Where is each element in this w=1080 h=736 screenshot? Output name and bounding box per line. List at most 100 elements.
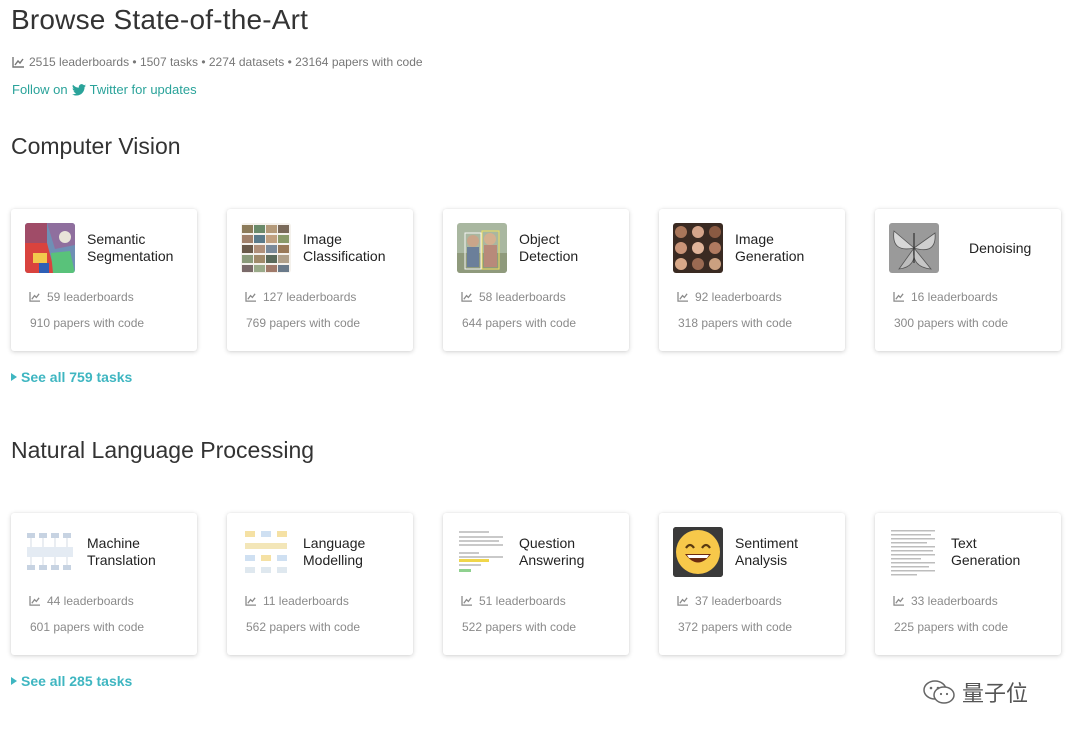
chart-icon bbox=[29, 292, 40, 302]
task-name: Denoising bbox=[969, 240, 1075, 257]
task-name-line1: Sentiment bbox=[735, 535, 799, 551]
task-name-line1: Object bbox=[519, 231, 560, 247]
leaderboards-count: 92 leaderboards bbox=[677, 290, 782, 304]
see-all-text: See all 759 tasks bbox=[21, 369, 133, 385]
sentiment-analysis-thumbnail bbox=[673, 527, 723, 577]
leaderboards-count: 11 leaderboards bbox=[245, 594, 349, 608]
chart-icon bbox=[12, 56, 24, 68]
task-name: Text Generation bbox=[951, 535, 1057, 569]
task-card-object-detection[interactable]: Object Detection 58 leaderboards 644 pap… bbox=[443, 209, 629, 351]
task-name-line2: Analysis bbox=[735, 552, 788, 568]
see-all-nlp-tasks-link[interactable]: See all 285 tasks bbox=[11, 673, 132, 689]
task-name-line2: Classification bbox=[303, 248, 386, 264]
task-name-line2: Detection bbox=[519, 248, 579, 264]
leaderboards-text: 58 leaderboards bbox=[479, 290, 566, 304]
papers-count: 318 papers with code bbox=[678, 316, 793, 330]
leaderboards-count: 33 leaderboards bbox=[893, 594, 998, 608]
twitter-icon bbox=[71, 83, 86, 96]
task-name-line2: Modelling bbox=[303, 552, 363, 568]
leaderboards-count: 37 leaderboards bbox=[677, 594, 782, 608]
task-name-line1: Question bbox=[519, 535, 576, 551]
task-name: Object Detection bbox=[519, 231, 625, 265]
task-name-line1: Denoising bbox=[969, 240, 1032, 256]
follow-prefix: Follow on bbox=[12, 82, 68, 97]
leaderboards-text: 51 leaderboards bbox=[479, 594, 566, 608]
object-detection-thumbnail bbox=[457, 223, 507, 273]
task-name: Semantic Segmentation bbox=[87, 231, 193, 265]
leaderboards-count: 16 leaderboards bbox=[893, 290, 998, 304]
leaderboards-text: 16 leaderboards bbox=[911, 290, 998, 304]
leaderboards-count: 44 leaderboards bbox=[29, 594, 134, 608]
papers-count: 562 papers with code bbox=[246, 620, 361, 634]
chart-icon bbox=[677, 596, 688, 606]
question-answering-thumbnail bbox=[457, 527, 507, 577]
leaderboards-text: 59 leaderboards bbox=[47, 290, 134, 304]
leaderboards-count: 51 leaderboards bbox=[461, 594, 566, 608]
section-title-cv: Computer Vision bbox=[11, 133, 181, 159]
task-name-line1: Text bbox=[951, 535, 977, 551]
leaderboards-count: 58 leaderboards bbox=[461, 290, 566, 304]
task-card-semantic-segmentation[interactable]: Semantic Segmentation 59 leaderboards 91… bbox=[11, 209, 197, 351]
cv-card-row: Semantic Segmentation 59 leaderboards 91… bbox=[11, 209, 1061, 351]
chart-icon bbox=[893, 596, 904, 606]
semantic-segmentation-thumbnail bbox=[25, 223, 75, 273]
task-name-line2: Answering bbox=[519, 552, 585, 568]
chart-icon bbox=[461, 292, 472, 302]
watermark-text: 量子位 bbox=[962, 681, 1029, 706]
text-generation-thumbnail bbox=[889, 527, 939, 577]
task-name-line1: Language bbox=[303, 535, 366, 551]
denoising-thumbnail bbox=[889, 223, 939, 273]
image-generation-thumbnail bbox=[673, 223, 723, 273]
task-name: Question Answering bbox=[519, 535, 625, 569]
follow-twitter-link[interactable]: Follow on Twitter for updates bbox=[12, 82, 197, 97]
task-card-text-generation[interactable]: Text Generation 33 leaderboards 225 pape… bbox=[875, 513, 1061, 655]
task-name: Sentiment Analysis bbox=[735, 535, 841, 569]
chart-icon bbox=[893, 292, 904, 302]
task-card-language-modelling[interactable]: Language Modelling 11 leaderboards 562 p… bbox=[227, 513, 413, 655]
leaderboards-count: 59 leaderboards bbox=[29, 290, 134, 304]
leaderboards-text: 37 leaderboards bbox=[695, 594, 782, 608]
task-name-line1: Machine bbox=[87, 535, 140, 551]
chart-icon bbox=[29, 596, 40, 606]
chart-icon bbox=[245, 292, 256, 302]
language-modelling-thumbnail bbox=[241, 527, 291, 577]
leaderboards-text: 33 leaderboards bbox=[911, 594, 998, 608]
task-card-image-generation[interactable]: Image Generation 92 leaderboards 318 pap… bbox=[659, 209, 845, 351]
task-card-machine-translation[interactable]: Machine Translation 44 leaderboards 601 … bbox=[11, 513, 197, 655]
task-card-denoising[interactable]: Denoising 16 leaderboards 300 papers wit… bbox=[875, 209, 1061, 351]
chart-icon bbox=[245, 596, 256, 606]
see-all-text: See all 285 tasks bbox=[21, 673, 133, 689]
task-name-line2: Segmentation bbox=[87, 248, 174, 264]
leaderboards-text: 44 leaderboards bbox=[47, 594, 134, 608]
papers-count: 644 papers with code bbox=[462, 316, 577, 330]
leaderboards-count: 127 leaderboards bbox=[245, 290, 356, 304]
task-card-sentiment-analysis[interactable]: Sentiment Analysis 37 leaderboards 372 p… bbox=[659, 513, 845, 655]
nlp-card-row: Machine Translation 44 leaderboards 601 … bbox=[11, 513, 1061, 655]
watermark: 量子位 bbox=[922, 676, 1028, 708]
papers-count: 372 papers with code bbox=[678, 620, 793, 634]
task-name-line1: Image bbox=[735, 231, 774, 247]
task-name: Language Modelling bbox=[303, 535, 409, 569]
task-name-line2: Translation bbox=[87, 552, 156, 568]
machine-translation-thumbnail bbox=[25, 527, 75, 577]
see-all-cv-tasks-link[interactable]: See all 759 tasks bbox=[11, 369, 132, 385]
section-title-nlp: Natural Language Processing bbox=[11, 437, 315, 463]
wechat-icon bbox=[923, 680, 955, 704]
stats-text: 2515 leaderboards • 1507 tasks • 2274 da… bbox=[29, 55, 423, 69]
task-card-question-answering[interactable]: Question Answering 51 leaderboards 522 p… bbox=[443, 513, 629, 655]
papers-count: 910 papers with code bbox=[30, 316, 145, 330]
chart-icon bbox=[461, 596, 472, 606]
papers-count: 601 papers with code bbox=[30, 620, 145, 634]
image-classification-thumbnail bbox=[241, 223, 291, 273]
task-name-line1: Semantic bbox=[87, 231, 146, 247]
chart-icon bbox=[677, 292, 688, 302]
task-name: Machine Translation bbox=[87, 535, 193, 569]
leaderboards-text: 92 leaderboards bbox=[695, 290, 782, 304]
caret-right-icon bbox=[11, 373, 17, 381]
task-card-image-classification[interactable]: Image Classification 127 leaderboards 76… bbox=[227, 209, 413, 351]
papers-count: 769 papers with code bbox=[246, 316, 361, 330]
task-name: Image Classification bbox=[303, 231, 409, 265]
page-title: Browse State-of-the-Art bbox=[11, 4, 309, 35]
caret-right-icon bbox=[11, 677, 17, 685]
task-name-line2: Generation bbox=[951, 552, 1021, 568]
